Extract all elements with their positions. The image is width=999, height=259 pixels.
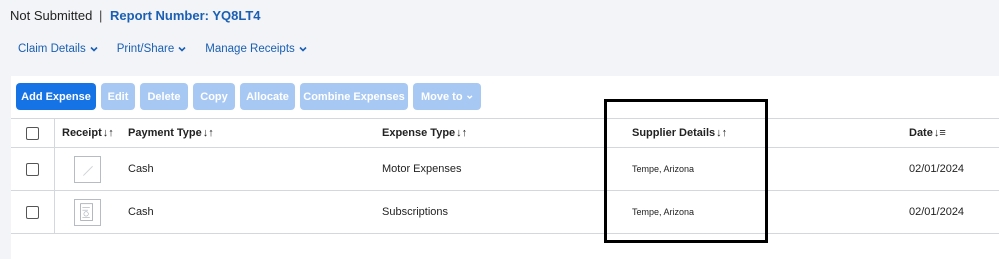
payment-type-column-header[interactable]: Payment Type ↓↑ [128, 119, 214, 147]
date-column-header[interactable]: Date ↓≡ [909, 119, 946, 147]
expense-type-column-header[interactable]: Expense Type ↓↑ [382, 119, 467, 147]
expense-type-header-label: Expense Type [382, 127, 456, 139]
date-header-label: Date [909, 127, 933, 139]
report-menu-bar: Claim Details Print/Share Manage Receipt… [18, 43, 308, 55]
row-select-cell [26, 148, 39, 190]
column-divider [54, 118, 55, 233]
manage-receipts-label: Manage Receipts [205, 43, 295, 55]
chevron-down-icon [299, 46, 307, 52]
receipt-header-label: Receipt [62, 127, 102, 139]
allocate-button[interactable]: Allocate [240, 83, 295, 110]
select-all-cell [26, 119, 39, 147]
move-to-label: Move to [421, 90, 463, 103]
payment-type-cell: Cash [128, 206, 154, 218]
report-status: Not Submitted [10, 8, 93, 23]
delete-button[interactable]: Delete [140, 83, 188, 110]
add-expense-button[interactable]: Add Expense [16, 83, 96, 110]
claim-details-label: Claim Details [18, 43, 86, 55]
sort-icon: ↓↑ [202, 127, 214, 139]
header-separator: | [99, 8, 103, 23]
supplier-details-highlight-box [604, 99, 768, 243]
print-share-menu[interactable]: Print/Share [117, 43, 188, 55]
payment-type-header-label: Payment Type [128, 127, 202, 139]
receipt-thumbnail[interactable] [74, 198, 101, 226]
copy-button[interactable]: Copy [193, 83, 235, 110]
date-cell: 02/01/2024 [909, 163, 965, 175]
table-header: Receipt ↓↑ Payment Type ↓↑ Expense Type ↓↑ … [11, 118, 999, 148]
sort-icon: ↓↑ [102, 127, 114, 139]
claim-details-menu[interactable]: Claim Details [18, 43, 99, 55]
move-to-button[interactable]: Move to [413, 83, 481, 110]
payment-type-cell: Cash [128, 163, 154, 175]
select-all-checkbox[interactable] [26, 126, 39, 140]
row-checkbox[interactable] [26, 205, 39, 219]
manage-receipts-menu[interactable]: Manage Receipts [205, 43, 308, 55]
sort-icon: ↓≡ [933, 127, 946, 139]
report-header: Not Submitted | Report Number: YQ8LT4 [10, 8, 261, 24]
expense-panel: Add Expense Edit Delete Copy Allocate Co… [11, 76, 999, 259]
report-number: Report Number: YQ8LT4 [110, 8, 261, 23]
receipt-thumbnail[interactable] [74, 155, 101, 183]
receipt-cell [74, 191, 101, 233]
chevron-down-icon [178, 46, 186, 52]
expense-type-cell: Motor Expenses [382, 163, 462, 175]
receipt-column-header[interactable]: Receipt ↓↑ [62, 119, 114, 147]
expense-toolbar: Add Expense Edit Delete Copy Allocate Co… [16, 83, 481, 110]
date-cell: 02/01/2024 [909, 206, 965, 218]
table-row[interactable]: Cash Motor Expenses Tempe, Arizona 02/01… [11, 148, 999, 191]
chevron-down-icon [90, 46, 98, 52]
combine-expenses-button[interactable]: Combine Expenses [300, 83, 408, 110]
row-checkbox[interactable] [26, 162, 39, 176]
row-select-cell [26, 191, 39, 233]
expense-type-cell: Subscriptions [382, 206, 449, 218]
print-share-label: Print/Share [116, 43, 175, 55]
receipt-cell [74, 148, 101, 190]
sort-icon: ↓↑ [456, 127, 468, 139]
edit-button[interactable]: Edit [101, 83, 135, 110]
table-row[interactable]: Cash Subscriptions Tempe, Arizona 02/01/… [11, 191, 999, 234]
chevron-down-icon [466, 94, 472, 99]
